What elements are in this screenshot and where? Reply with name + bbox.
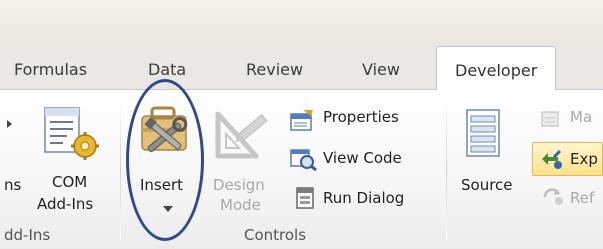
run-dialog-label: Run Dialog <box>323 189 405 207</box>
addins-partial-label[interactable]: ns <box>4 176 21 194</box>
controls-group-label: Controls <box>244 226 307 244</box>
map-properties-label: Ma <box>570 108 593 126</box>
tab-developer[interactable]: Developer <box>436 46 557 92</box>
com-addins-label-2: Add-Ins <box>37 195 94 213</box>
map-properties-icon <box>540 108 562 133</box>
properties-label: Properties <box>323 108 399 126</box>
view-code-icon <box>289 147 317 176</box>
run-dialog-icon <box>294 186 316 215</box>
tab-view[interactable]: View <box>362 60 400 79</box>
com-addins-icon <box>43 106 103 167</box>
design-mode-label-1: Design <box>213 176 265 194</box>
tab-data[interactable]: Data <box>148 60 186 79</box>
source-icon <box>465 108 501 163</box>
highlight-oval <box>126 79 204 241</box>
view-code-label: View Code <box>323 149 402 167</box>
source-label: Source <box>461 176 513 194</box>
com-addins-label-1: COM <box>52 173 88 191</box>
group-divider <box>446 100 447 240</box>
tab-formulas[interactable]: Formulas <box>14 60 87 79</box>
design-mode-label-2: Mode <box>220 196 261 214</box>
group-divider <box>120 100 121 240</box>
window-top-strip <box>0 0 603 44</box>
design-mode-icon <box>212 106 270 165</box>
refresh-data-icon <box>541 186 565 213</box>
expansion-packs-label: Exp <box>570 150 598 168</box>
properties-icon <box>289 108 315 137</box>
tab-review[interactable]: Review <box>246 60 303 79</box>
refresh-data-label: Ref <box>570 189 595 207</box>
addins-group-label: dd-Ins <box>4 226 51 244</box>
addins-arrow-icon <box>6 116 14 134</box>
expansion-packs-icon <box>538 147 564 176</box>
